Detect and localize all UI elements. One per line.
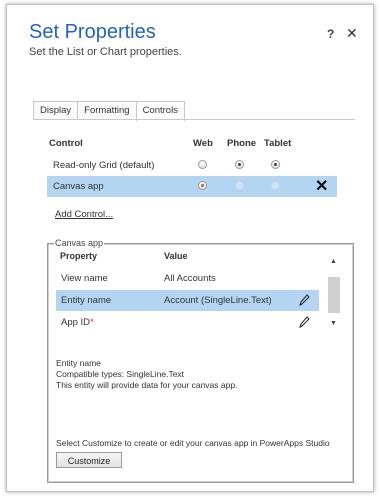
control-row-canvas-app[interactable]: Canvas app ✕ [47, 176, 337, 197]
property-row-view-name[interactable]: View name All Accounts [56, 268, 319, 289]
web-radio[interactable] [198, 181, 207, 190]
property-value: Account (SingleLine.Text) [164, 295, 272, 306]
phone-radio[interactable] [235, 160, 244, 169]
property-row-app-id[interactable]: App ID* [56, 312, 319, 333]
description-title: Entity name [56, 358, 101, 368]
control-label: Read-only Grid (default) [53, 160, 155, 171]
canvas-app-legend: Canvas app [54, 238, 105, 248]
property-name: View name [61, 273, 108, 284]
canvas-app-group: Canvas app Property Value View name All … [47, 238, 354, 483]
phone-column-header: Phone [227, 138, 257, 149]
control-row-readonly-grid[interactable]: Read-only Grid (default) [47, 155, 337, 176]
property-name: Entity name [61, 295, 112, 306]
close-icon[interactable]: ✕ [346, 25, 358, 42]
web-column-header: Web [193, 138, 213, 149]
control-column-header: Control [49, 138, 83, 149]
description-types: Compatible types: SingleLine.Text [56, 369, 185, 379]
property-column-header: Property [60, 251, 98, 261]
tablet-column-header: Tablet [264, 138, 292, 149]
tablet-radio[interactable] [271, 181, 280, 190]
set-properties-dialog: Set Properties Set the List or Chart pro… [6, 4, 374, 492]
required-marker: * [90, 317, 94, 328]
customize-button[interactable]: Customize [56, 452, 122, 468]
pencil-icon[interactable] [298, 293, 310, 307]
phone-radio[interactable] [235, 181, 244, 190]
dialog-title: Set Properties [29, 21, 156, 43]
property-row-entity-name[interactable]: Entity name Account (SingleLine.Text) [56, 290, 319, 311]
tab-controls[interactable]: Controls [135, 101, 185, 121]
tablet-radio[interactable] [271, 160, 280, 169]
property-value: All Accounts [164, 273, 216, 284]
control-label: Canvas app [53, 181, 104, 192]
property-name: App ID* [61, 317, 94, 328]
scroll-down-icon[interactable]: ▼ [330, 320, 337, 327]
value-column-header: Value [164, 251, 188, 261]
pencil-icon[interactable] [298, 315, 310, 329]
dialog-subtitle: Set the List or Chart properties. [29, 46, 182, 58]
description-text: This entity will provide data for your c… [56, 380, 238, 390]
web-radio[interactable] [198, 160, 207, 169]
tab-display[interactable]: Display [33, 101, 79, 120]
customize-hint: Select Customize to create or edit your … [56, 438, 330, 448]
remove-control-icon[interactable]: ✕ [315, 176, 328, 196]
help-button[interactable]: ? [327, 27, 334, 41]
scroll-thumb[interactable] [328, 277, 340, 313]
add-control-link[interactable]: Add Control... [55, 209, 113, 220]
property-list-scrollbar[interactable]: ▲ ▼ [327, 254, 341, 332]
tab-bar: Display Formatting Controls [33, 101, 185, 121]
tab-divider [33, 119, 355, 120]
tab-formatting[interactable]: Formatting [77, 101, 137, 120]
scroll-up-icon[interactable]: ▲ [330, 258, 337, 265]
